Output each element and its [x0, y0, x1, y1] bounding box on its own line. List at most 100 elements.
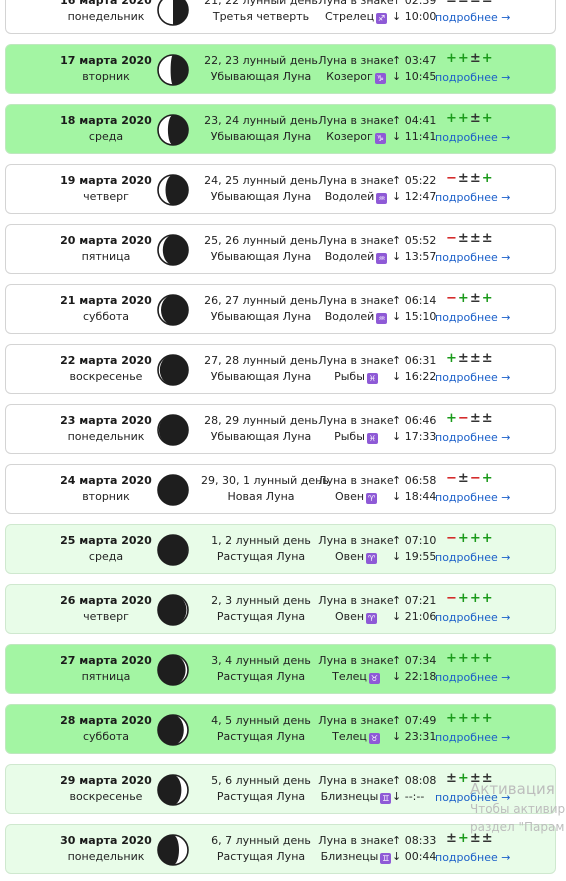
pisces-icon: ♓ [366, 433, 378, 444]
arrow-down-icon: ↓ [392, 370, 402, 383]
moonset-time: 23:31 [404, 730, 437, 743]
date-cell: 26 марта 2020 четверг [46, 593, 166, 625]
lunar-day-text: 22, 23 лунный день [204, 54, 318, 67]
lunar-day-text: 27, 28 лунный день [204, 354, 318, 367]
moon-phase-text: Растущая Луна [216, 550, 306, 563]
favorability-mark: ± [446, 831, 458, 846]
day-row: 28 марта 2020 суббота 4, 5 лунный день Раст… [5, 704, 556, 754]
details-link[interactable]: подробнее → [435, 130, 510, 146]
lunar-day-text: 2, 3 лунный день [211, 594, 311, 607]
favorability-mark: ± [469, 831, 482, 846]
date-cell: 29 марта 2020 воскресенье [46, 773, 166, 805]
details-link[interactable]: подробнее → [435, 370, 510, 386]
details-link[interactable]: подробнее → [435, 670, 510, 686]
moonrise-line: ↑ 05:22 [392, 173, 442, 189]
favorability-mark: + [457, 591, 470, 606]
details-link[interactable]: подробнее → [435, 70, 510, 86]
day-row: 29 марта 2020 воскресенье 5, 6 лунный день… [5, 764, 556, 814]
aries-icon: ♈ [366, 613, 378, 624]
moon-phase-icon [157, 594, 189, 626]
details-link[interactable]: подробнее → [435, 550, 510, 566]
moonrise-time: 06:46 [404, 414, 437, 427]
moonrise-line: ↑ 07:10 [392, 533, 442, 549]
arrow-down-icon: ↓ [392, 10, 402, 23]
zodiac-cell: Луна в знаке Овен ♈ [316, 533, 396, 565]
zodiac-cell: Луна в знаке Козерог ♑ [316, 113, 396, 145]
favorability-mark: + [446, 111, 458, 126]
moonset-time: 12:47 [404, 190, 437, 203]
moon-in-sign-label: Луна в знаке [318, 834, 394, 847]
details-link[interactable]: подробнее → [435, 190, 510, 206]
moon-in-sign-label: Луна в знаке [318, 294, 394, 307]
moonrise-time: 05:52 [404, 234, 437, 247]
details-link[interactable]: подробнее → [435, 10, 510, 26]
details-link[interactable]: подробнее → [435, 850, 510, 866]
favorability-mark: + [446, 51, 458, 66]
moon-phase-icon [157, 714, 189, 746]
favorability-mark: − [446, 471, 458, 486]
moonset-time: 00:44 [404, 850, 437, 863]
moonrise-time: 02:39 [404, 0, 437, 7]
date-cell: 28 марта 2020 суббота [46, 713, 166, 745]
zodiac-name: Рыбы [334, 430, 365, 443]
date-cell: 19 марта 2020 четверг [46, 173, 166, 205]
arrow-down-icon: ↓ [392, 130, 402, 143]
arrow-down-icon: ↓ [392, 850, 402, 863]
weekday-text: понедельник [67, 10, 145, 23]
taurus-icon: ♉ [368, 673, 380, 684]
favorability-mark: − [446, 231, 458, 246]
zodiac-name: Водолей [324, 310, 375, 323]
moon-phase-icon [157, 474, 189, 506]
details-link[interactable]: подробнее → [435, 490, 510, 506]
date-text: 18 марта 2020 [60, 114, 152, 127]
zodiac-name: Козерог [326, 130, 373, 143]
date-text: 28 марта 2020 [60, 714, 152, 727]
favorability-mark: + [481, 531, 494, 546]
details-link[interactable]: подробнее → [435, 730, 510, 746]
zodiac-name: Стрелец [324, 10, 375, 23]
favorability-marks: −±−+ [446, 471, 494, 487]
details-link[interactable]: подробнее → [435, 250, 510, 266]
zodiac-line: Близнецы ♊ [316, 789, 396, 805]
date-text: 29 марта 2020 [60, 774, 152, 787]
details-link[interactable]: подробнее → [435, 430, 510, 446]
zodiac-name: Водолей [324, 250, 375, 263]
lunar-day-text: 23, 24 лунный день [204, 114, 318, 127]
details-link[interactable]: подробнее → [435, 610, 510, 626]
favorability-mark: ± [458, 0, 470, 6]
date-text: 22 марта 2020 [60, 354, 152, 367]
favorability-mark: − [457, 411, 470, 426]
arrow-down-icon: ↓ [392, 790, 402, 803]
date-text: 25 марта 2020 [60, 534, 152, 547]
weekday-text: пятница [81, 670, 131, 683]
moon-phase-text: Убывающая Луна [210, 250, 312, 263]
lunar-day-cell: 23, 24 лунный день Убывающая Луна [201, 113, 321, 145]
favorability-mark: + [457, 651, 470, 666]
day-row: 21 марта 2020 суббота 26, 27 лунный день Уб… [5, 284, 556, 334]
lunar-day-text: 24, 25 лунный день [204, 174, 318, 187]
date-cell: 24 марта 2020 вторник [46, 473, 166, 505]
zodiac-name: Близнецы [320, 790, 379, 803]
favorability-marks: ±±±± [446, 0, 494, 7]
moon-in-sign-label: Луна в знаке [318, 594, 394, 607]
moonrise-line: ↑ 06:58 [392, 473, 442, 489]
moon-phase-text: Убывающая Луна [210, 70, 312, 83]
zodiac-name: Овен [334, 610, 365, 623]
moon-phase-text: Растущая Луна [216, 790, 306, 803]
date-cell: 23 марта 2020 понедельник [46, 413, 166, 445]
favorability-mark: ± [469, 51, 482, 66]
moonset-time: 17:33 [404, 430, 437, 443]
date-cell: 16 марта 2020 понедельник [46, 0, 166, 25]
lunar-day-text: 3, 4 лунный день [211, 654, 311, 667]
favorability-mark: ± [469, 291, 482, 306]
date-text: 27 марта 2020 [60, 654, 152, 667]
zodiac-name: Рыбы [334, 370, 365, 383]
moonrise-time: 07:49 [404, 714, 437, 727]
favorability-mark: ± [469, 351, 482, 366]
details-link[interactable]: подробнее → [435, 790, 510, 806]
details-link[interactable]: подробнее → [435, 310, 510, 326]
moon-phase-text: Убывающая Луна [210, 130, 312, 143]
lunar-day-cell: 25, 26 лунный день Убывающая Луна [201, 233, 321, 265]
zodiac-line: Водолей ♒ [316, 249, 396, 265]
arrow-down-icon: ↓ [392, 610, 402, 623]
